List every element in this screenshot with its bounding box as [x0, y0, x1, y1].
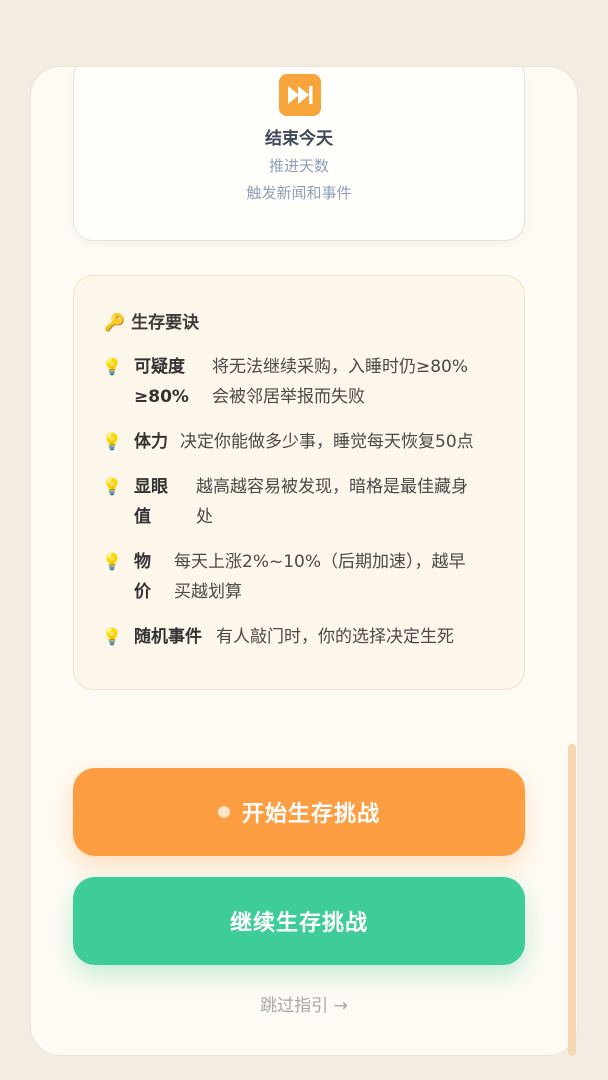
- tip-item: 💡 体力 决定你能做多少事，睡觉每天恢复50点: [102, 427, 504, 457]
- tips-title: 生存要诀: [131, 313, 200, 333]
- survival-tips-card: 🔑 生存要诀 💡 可疑度 ≥80% 将无法继续采购，入睡时仍≥80% 会被邻居举报而失…: [73, 275, 525, 690]
- key-icon: 🔑: [104, 313, 126, 333]
- fast-forward-icon: [279, 74, 321, 116]
- tip-item: 💡 显眼值 越高越容易被发现，暗格是最佳藏身处: [102, 472, 504, 532]
- tip-label: 体力: [134, 432, 168, 452]
- lightbulb-icon: 💡: [102, 432, 122, 451]
- tip-text: 将无法继续采购，入睡时仍≥80% 会被邻居举报而失败: [212, 357, 469, 407]
- lightbulb-icon: 💡: [102, 552, 122, 571]
- tip-label: 随机事件: [134, 627, 202, 647]
- skip-guide-link[interactable]: 跳过指引 →: [31, 991, 577, 1016]
- tip-item: 💡 可疑度 ≥80% 将无法继续采购，入睡时仍≥80% 会被邻居举报而失败: [102, 352, 504, 412]
- tip-text: 越高越容易被发现，暗格是最佳藏身处: [196, 477, 468, 527]
- dot-icon: [217, 806, 230, 818]
- start-challenge-button[interactable]: 开始生存挑战: [73, 768, 525, 856]
- tip-label: 显眼值: [134, 477, 168, 527]
- end-day-card[interactable]: 结束今天 推进天数 触发新闻和事件: [73, 67, 525, 241]
- guide-panel: 结束今天 推进天数 触发新闻和事件 🔑 生存要诀 💡 可疑度 ≥80% 将无法继续采…: [30, 66, 578, 1056]
- tip-label: 可疑度 ≥80%: [134, 357, 189, 407]
- continue-challenge-label: 继续生存挑战: [229, 911, 368, 936]
- tip-text: 有人敲门时，你的选择决定生死: [216, 627, 454, 647]
- tip-text: 决定你能做多少事，睡觉每天恢复50点: [180, 432, 474, 452]
- tip-text: 每天上涨2%~10%（后期加速），越早 买越划算: [174, 552, 466, 602]
- lightbulb-icon: 💡: [102, 627, 122, 646]
- continue-challenge-button[interactable]: 继续生存挑战: [73, 877, 525, 965]
- tip-label: 物价: [134, 552, 151, 602]
- tip-item: 💡 随机事件 有人敲门时，你的选择决定生死: [102, 622, 504, 652]
- lightbulb-icon: 💡: [102, 477, 122, 496]
- end-day-desc-line2: 触发新闻和事件: [246, 184, 352, 202]
- start-challenge-label: 开始生存挑战: [241, 802, 380, 827]
- scrollbar[interactable]: [568, 744, 576, 1056]
- end-day-desc-line1: 推进天数: [268, 157, 329, 175]
- tips-heading: 🔑 生存要诀: [104, 308, 199, 333]
- end-day-title: 结束今天: [265, 129, 333, 149]
- lightbulb-icon: 💡: [102, 357, 122, 376]
- tip-item: 💡 物价 每天上涨2%~10%（后期加速），越早 买越划算: [102, 547, 504, 607]
